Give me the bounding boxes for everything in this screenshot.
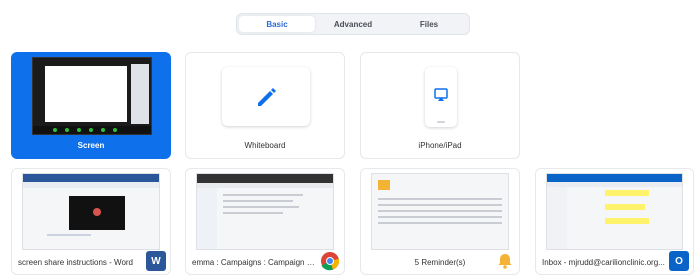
- window-outlook-tile[interactable]: Inbox - mjrudd@carilionclinic.org... O: [535, 168, 694, 275]
- word-icon: W: [146, 251, 166, 271]
- chrome-icon: [321, 252, 340, 271]
- bell-icon: [498, 254, 512, 269]
- whiteboard-card: [222, 67, 310, 126]
- window-reminders-tile[interactable]: 5 Reminder(s): [360, 168, 520, 275]
- share-whiteboard-tile[interactable]: Whiteboard: [185, 52, 345, 159]
- tab-advanced[interactable]: Advanced: [315, 16, 391, 32]
- window-title: screen share instructions - Word: [18, 258, 134, 267]
- window-word-tile[interactable]: screen share instructions - Word W: [11, 168, 171, 275]
- word-thumbnail: [22, 173, 160, 250]
- tab-files[interactable]: Files: [391, 16, 467, 32]
- whiteboard-label: Whiteboard: [244, 141, 286, 150]
- chrome-thumbnail: [196, 173, 334, 250]
- airplay-icon: [434, 88, 448, 101]
- outlook-thumbnail: [546, 173, 683, 250]
- outlook-icon: O: [669, 251, 689, 271]
- tab-basic[interactable]: Basic: [239, 16, 315, 32]
- reminders-thumbnail: [371, 173, 509, 250]
- pencil-icon: [258, 88, 276, 106]
- iphone-label: iPhone/iPad: [418, 141, 462, 150]
- iphone-card: [425, 67, 457, 127]
- window-chrome-tile[interactable]: emma : Campaigns : Campaign E...: [185, 168, 345, 275]
- screen-label: Screen: [77, 141, 105, 150]
- window-title: Inbox - mjrudd@carilionclinic.org...: [542, 258, 665, 267]
- window-title: emma : Campaigns : Campaign E...: [192, 258, 316, 267]
- share-iphone-tile[interactable]: iPhone/iPad: [360, 52, 520, 159]
- share-screen-tile[interactable]: Screen: [11, 52, 171, 159]
- screen-thumbnail: [32, 57, 152, 135]
- share-mode-tabs: Basic Advanced Files: [236, 13, 470, 35]
